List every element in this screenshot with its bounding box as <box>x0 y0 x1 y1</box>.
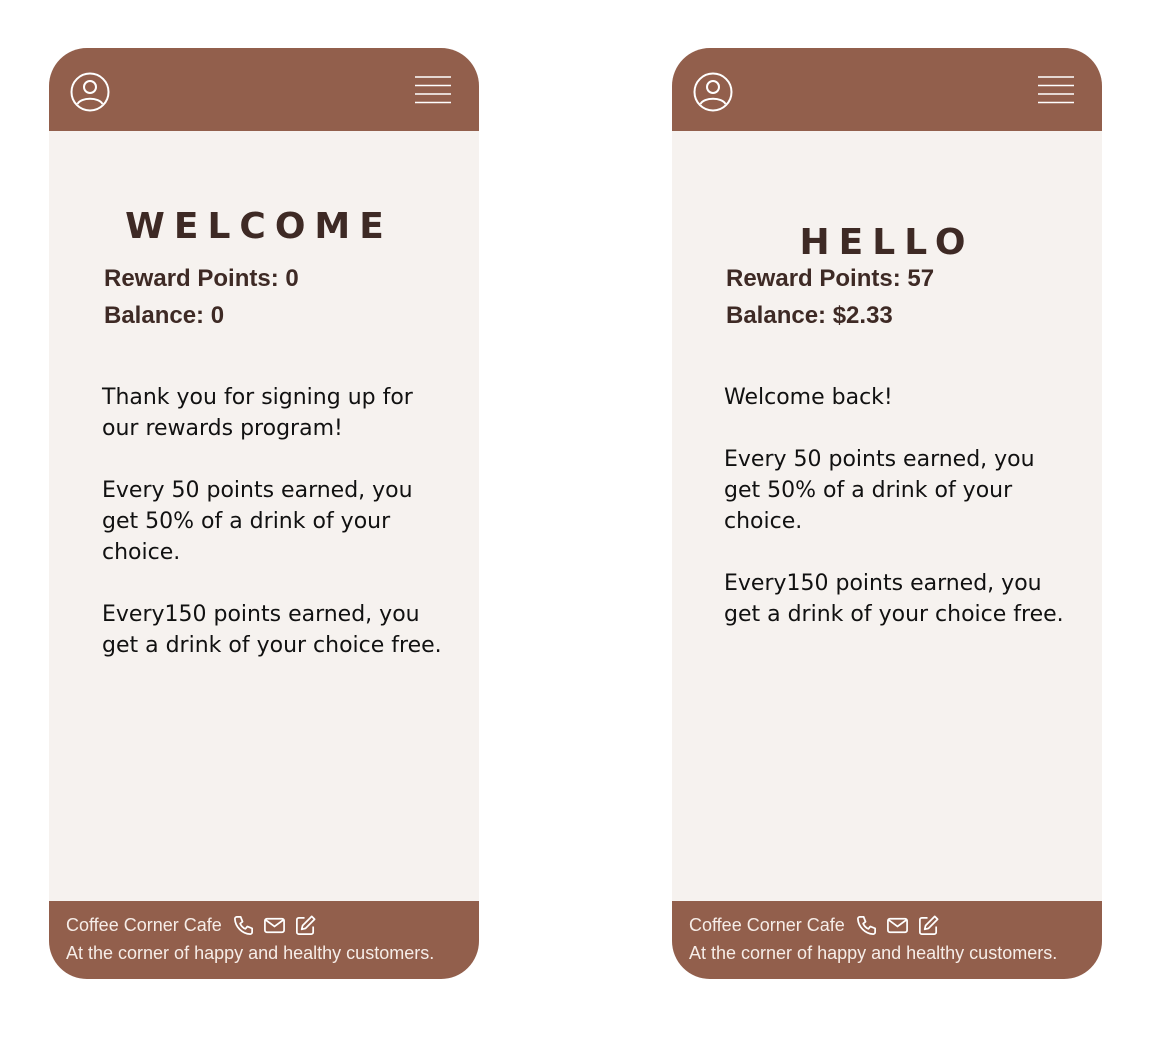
page-title: WELCOME <box>125 206 393 247</box>
cafe-name: Coffee Corner Cafe <box>66 915 222 935</box>
info-paragraph: Every 50 points earned, you get 50% of a… <box>724 447 1035 534</box>
phone-icon[interactable] <box>232 914 255 937</box>
balance: Balance: 0 <box>104 302 225 329</box>
info-paragraph: Welcome back! <box>724 385 893 410</box>
hello-screen: HELLO Reward Points: 57 Balance: $2.33 W… <box>672 48 1102 979</box>
app-footer: Coffee Corner Cafe At the corner of happ… <box>49 901 479 979</box>
info-paragraph: Every 50 points earned, you get 50% of a… <box>102 478 413 565</box>
app-footer: Coffee Corner Cafe At the corner of happ… <box>672 901 1102 979</box>
cafe-tagline: At the corner of happy and healthy custo… <box>689 943 1058 963</box>
info-paragraph: Every150 points earned, you get a drink … <box>724 571 1064 627</box>
account-stats: Reward Points: 0 Balance: 0 <box>104 260 299 334</box>
user-circle-icon[interactable] <box>693 72 733 112</box>
cafe-tagline: At the corner of happy and healthy custo… <box>66 943 435 963</box>
cafe-name: Coffee Corner Cafe <box>689 915 845 935</box>
footer-contact-row: Coffee Corner Cafe <box>689 914 948 937</box>
reward-points: Reward Points: 57 <box>726 265 935 292</box>
mail-icon[interactable] <box>886 914 909 937</box>
page-title: HELLO <box>799 222 975 263</box>
info-paragraph: Every150 points earned, you get a drink … <box>102 602 442 658</box>
edit-icon[interactable] <box>294 914 317 937</box>
account-stats: Reward Points: 57 Balance: $2.33 <box>726 260 934 334</box>
rewards-info: Welcome back! Every 50 points earned, yo… <box>724 382 1069 661</box>
balance: Balance: $2.33 <box>726 302 893 329</box>
app-header <box>49 48 479 131</box>
phone-icon[interactable] <box>855 914 878 937</box>
reward-points: Reward Points: 0 <box>104 265 299 292</box>
hamburger-menu-icon[interactable] <box>415 75 451 105</box>
rewards-info: Thank you for signing up for our rewards… <box>102 382 452 692</box>
user-circle-icon[interactable] <box>70 72 110 112</box>
edit-icon[interactable] <box>917 914 940 937</box>
info-paragraph: Thank you for signing up for our rewards… <box>102 385 413 441</box>
app-header <box>672 48 1102 131</box>
hamburger-menu-icon[interactable] <box>1038 75 1074 105</box>
welcome-screen: WELCOME Reward Points: 0 Balance: 0 Than… <box>49 48 479 979</box>
mail-icon[interactable] <box>263 914 286 937</box>
footer-contact-row: Coffee Corner Cafe <box>66 914 325 937</box>
